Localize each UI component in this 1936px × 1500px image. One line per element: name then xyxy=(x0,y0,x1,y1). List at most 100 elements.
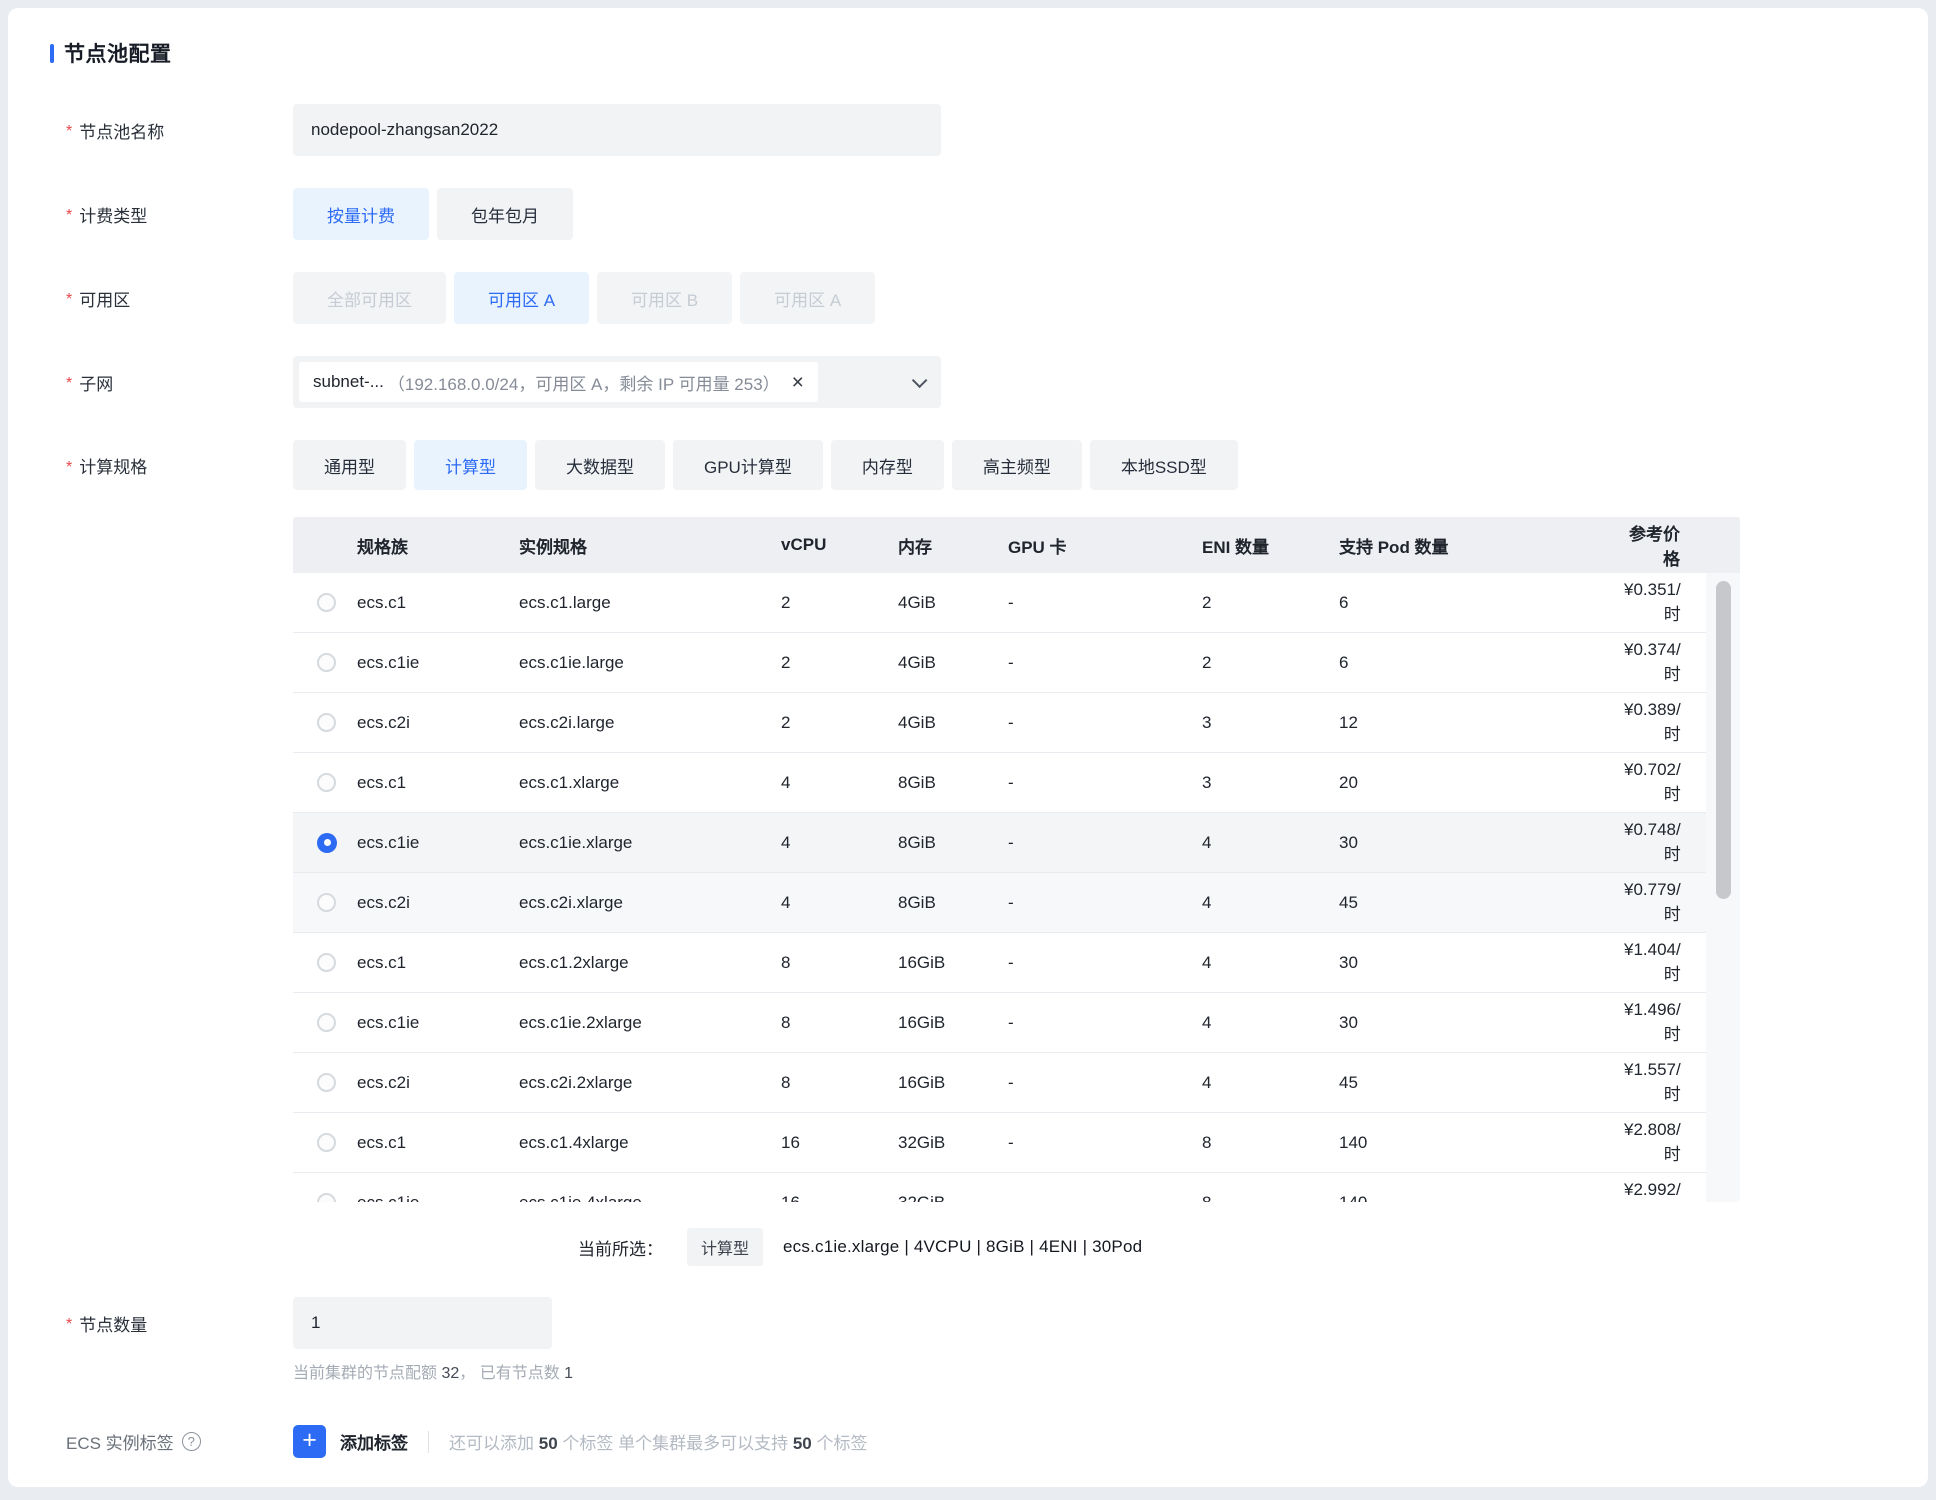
cell-pod: 45 xyxy=(1339,1073,1624,1093)
spec-table-row[interactable]: ecs.c1ecs.c1.xlarge48GiB-320¥0.702/时 xyxy=(293,753,1706,813)
spec-table-body: ecs.c1ecs.c1.large24GiB-26¥0.351/时ecs.c1… xyxy=(293,573,1706,1202)
radio-button[interactable] xyxy=(317,953,336,972)
cell-eni: 4 xyxy=(1202,1013,1339,1033)
add-tag-area: + 添加标签 还可以添加 50 个标签 单个集群最多可以支持 50 个标签 xyxy=(293,1425,867,1458)
cell-mem: 4GiB xyxy=(898,713,1008,733)
availability-zone-options: 全部可用区可用区 A可用区 B可用区 A xyxy=(293,272,875,324)
zone-option: 可用区 B xyxy=(597,272,732,324)
cell-pod: 30 xyxy=(1339,953,1624,973)
cell-spec: ecs.c1ie.4xlarge xyxy=(519,1193,781,1203)
cell-eni: 2 xyxy=(1202,593,1339,613)
quota-number: 32 xyxy=(441,1365,459,1382)
cell-spec: ecs.c1.xlarge xyxy=(519,773,781,793)
cell-vcpu: 2 xyxy=(781,713,898,733)
billing-option[interactable]: 按量计费 xyxy=(293,188,429,240)
field-label: * 节点数量 xyxy=(8,1311,293,1336)
cell-price: ¥0.351/时 xyxy=(1624,580,1707,625)
radio-dot xyxy=(324,839,331,846)
field-label: * 计算规格 xyxy=(8,440,293,478)
cell-pod: 140 xyxy=(1339,1193,1624,1203)
cell-price: ¥0.779/时 xyxy=(1624,880,1707,925)
radio-button[interactable] xyxy=(317,653,336,672)
radio-button[interactable] xyxy=(317,1073,336,1092)
add-tag-button[interactable]: 添加标签 xyxy=(340,1429,408,1454)
spec-type-tab[interactable]: 高主频型 xyxy=(952,440,1082,490)
node-count-input[interactable]: 1 xyxy=(293,1297,552,1349)
radio-button[interactable] xyxy=(317,1013,336,1032)
cell-family: ecs.c1 xyxy=(357,593,519,613)
subnet-label: 子网 xyxy=(79,370,113,395)
spec-type-tab[interactable]: 计算型 xyxy=(414,440,527,490)
radio-button[interactable] xyxy=(317,713,336,732)
spec-table-row[interactable]: ecs.c1ieecs.c1ie.large24GiB-26¥0.374/时 xyxy=(293,633,1706,693)
spec-table-row[interactable]: ecs.c2iecs.c2i.2xlarge816GiB-445¥1.557/时 xyxy=(293,1053,1706,1113)
required-asterisk: * xyxy=(66,1316,72,1334)
zone-option[interactable]: 可用区 A xyxy=(454,272,589,324)
cell-spec: ecs.c1.2xlarge xyxy=(519,953,781,973)
cell-price: ¥0.389/时 xyxy=(1624,700,1707,745)
cell-pod: 45 xyxy=(1339,893,1624,913)
cell-mem: 8GiB xyxy=(898,893,1008,913)
column-header: 参考价格 xyxy=(1624,520,1740,570)
subnet-select[interactable]: subnet-... （192.168.0.0/24，可用区 A，剩余 IP 可… xyxy=(293,356,941,408)
existing-node-number: 1 xyxy=(564,1365,573,1382)
spec-table-row[interactable]: ecs.c1ecs.c1.4xlarge1632GiB-8140¥2.808/时 xyxy=(293,1113,1706,1173)
cell-vcpu: 4 xyxy=(781,893,898,913)
spec-table-header: 规格族实例规格vCPU内存GPU 卡ENI 数量支持 Pod 数量参考价格 xyxy=(293,517,1740,573)
radio-button[interactable] xyxy=(317,773,336,792)
billing-option[interactable]: 包年包月 xyxy=(437,188,573,240)
spec-type-tab[interactable]: 大数据型 xyxy=(535,440,665,490)
spec-table-row[interactable]: ecs.c1ecs.c1.2xlarge816GiB-430¥1.404/时 xyxy=(293,933,1706,993)
hint-number: 50 xyxy=(793,1434,812,1453)
required-asterisk: * xyxy=(66,291,72,309)
cell-vcpu: 2 xyxy=(781,593,898,613)
field-ecs-tags: ECS 实例标签 ? + 添加标签 还可以添加 50 个标签 单个集群最多可以支… xyxy=(8,1425,1928,1458)
radio-button[interactable] xyxy=(317,893,336,912)
hint-text: 还可以添加 xyxy=(449,1434,539,1453)
spec-type-tab[interactable]: GPU计算型 xyxy=(673,440,823,490)
cell-radio xyxy=(293,1013,357,1032)
field-label: * 计费类型 xyxy=(8,202,293,227)
page-background: 节点池配置 * 节点池名称 nodepool-zhangsan2022 * 计费… xyxy=(0,0,1936,1500)
spec-table-row[interactable]: ecs.c2iecs.c2i.large24GiB-312¥0.389/时 xyxy=(293,693,1706,753)
column-header: vCPU xyxy=(781,535,898,555)
spec-type-tab[interactable]: 内存型 xyxy=(831,440,944,490)
add-tag-plus-button[interactable]: + xyxy=(293,1425,326,1458)
chevron-down-icon[interactable] xyxy=(912,372,928,388)
spec-table-row[interactable]: ecs.c1ieecs.c1ie.xlarge48GiB-430¥0.748/时 xyxy=(293,813,1706,873)
tag-quota-hint: 还可以添加 50 个标签 单个集群最多可以支持 50 个标签 xyxy=(449,1429,867,1454)
spec-table-row[interactable]: ecs.c1ieecs.c1ie.2xlarge816GiB-430¥1.496… xyxy=(293,993,1706,1053)
cell-radio xyxy=(293,1133,357,1152)
cell-mem: 16GiB xyxy=(898,1013,1008,1033)
subnet-selected-tag: subnet-... （192.168.0.0/24，可用区 A，剩余 IP 可… xyxy=(299,362,818,402)
spec-table-row[interactable]: ecs.c1ieecs.c1ie.4xlarge1632GiB-8140¥2.9… xyxy=(293,1173,1706,1202)
current-selection-type-tag: 计算型 xyxy=(687,1228,763,1266)
cell-price: ¥0.702/时 xyxy=(1624,760,1707,805)
required-asterisk: * xyxy=(66,123,72,141)
cell-mem: 32GiB xyxy=(898,1133,1008,1153)
cell-spec: ecs.c1.large xyxy=(519,593,781,613)
cell-pod: 6 xyxy=(1339,593,1624,613)
hint-text: 个标签 xyxy=(812,1434,868,1453)
table-scrollbar-thumb[interactable] xyxy=(1716,581,1731,899)
cell-vcpu: 8 xyxy=(781,1073,898,1093)
cell-gpu: - xyxy=(1008,653,1202,673)
radio-button[interactable] xyxy=(317,1133,336,1152)
radio-button[interactable] xyxy=(317,1193,336,1202)
spec-type-tab[interactable]: 通用型 xyxy=(293,440,406,490)
radio-button[interactable] xyxy=(317,833,337,853)
billing-type-label: 计费类型 xyxy=(79,202,147,227)
cell-price: ¥1.404/时 xyxy=(1624,940,1707,985)
section-accent-bar xyxy=(50,44,54,63)
spec-table-row[interactable]: ecs.c2iecs.c2i.xlarge48GiB-445¥0.779/时 xyxy=(293,873,1706,933)
radio-button[interactable] xyxy=(317,593,336,612)
cell-eni: 8 xyxy=(1202,1133,1339,1153)
cell-radio xyxy=(293,833,357,853)
cell-price: ¥2.992/时 xyxy=(1624,1180,1707,1202)
help-circle-icon[interactable]: ? xyxy=(182,1432,201,1451)
spec-table-row[interactable]: ecs.c1ecs.c1.large24GiB-26¥0.351/时 xyxy=(293,573,1706,633)
hint-number: 50 xyxy=(539,1434,558,1453)
spec-type-tab[interactable]: 本地SSD型 xyxy=(1090,440,1238,490)
subnet-tag-remove-icon[interactable]: × xyxy=(792,372,804,393)
node-pool-name-input[interactable]: nodepool-zhangsan2022 xyxy=(293,104,941,156)
